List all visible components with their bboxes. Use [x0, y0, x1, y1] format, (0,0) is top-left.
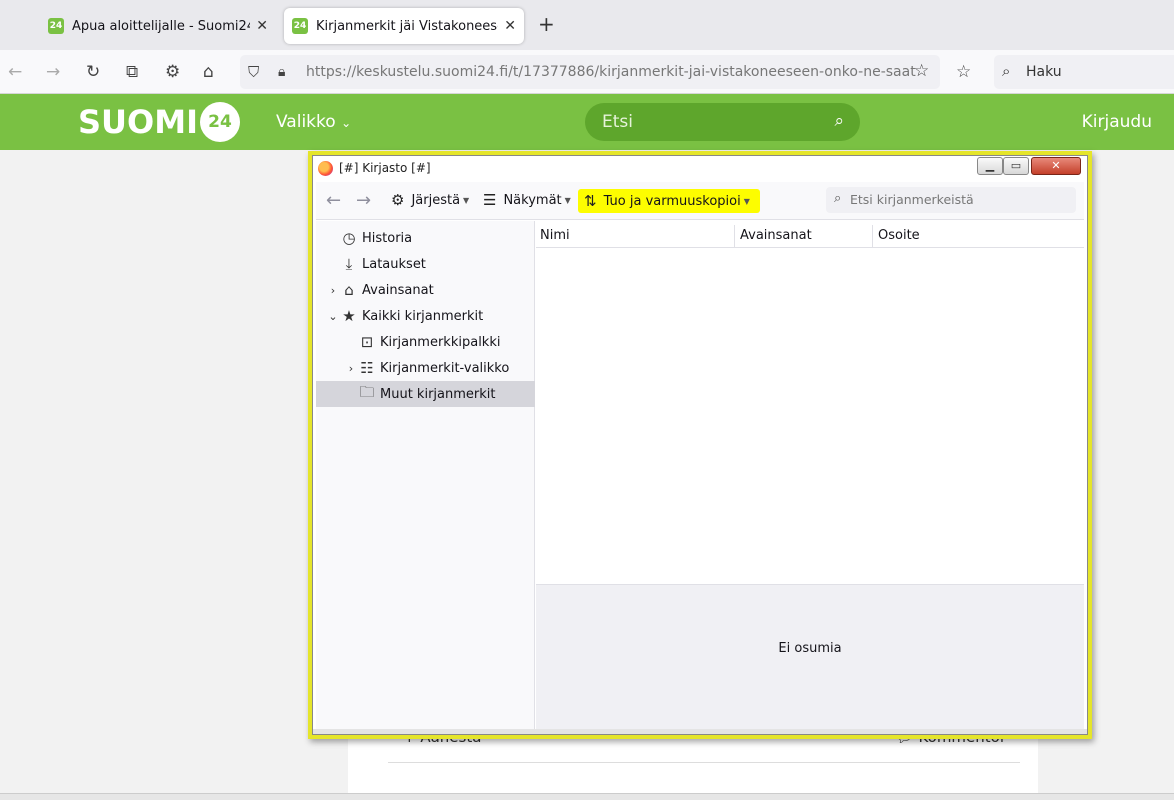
- gear-icon: ⚙: [391, 191, 405, 209]
- chevron-right-icon[interactable]: ›: [326, 284, 340, 297]
- clock-icon: ◷: [342, 229, 356, 247]
- site-header: SUOMI 24 Valikko ⌄ Etsi ⌕ Kirjaudu: [0, 94, 1174, 150]
- navigation-bar: ← → ↻ ⧉ ⚙ ⌂ ⛉ 🔒︎ https://keskustelu.suom…: [0, 50, 1174, 94]
- settings-gear-icon[interactable]: ⚙: [165, 62, 180, 82]
- bookmarks-search-placeholder: Etsi kirjanmerkeistä: [850, 192, 974, 207]
- chevron-down-icon[interactable]: ⌄: [326, 310, 340, 323]
- column-header-row: Nimi Avainsanat Osoite: [536, 225, 1084, 248]
- web-search-box[interactable]: ⌕ Haku: [994, 55, 1174, 89]
- tab-close-icon[interactable]: ✕: [256, 18, 268, 34]
- suomi24-favicon-icon: 24: [48, 18, 64, 34]
- window-titlebar[interactable]: [#] Kirjasto [#] ▁ ▭ ✕: [313, 156, 1087, 182]
- search-icon: ⌕: [1002, 62, 1011, 80]
- sidebar-item-bookmarks-toolbar[interactable]: ⊡ Kirjanmerkkipalkki: [316, 329, 535, 355]
- sidebar-item-label: Muut kirjanmerkit: [380, 386, 496, 402]
- reload-icon[interactable]: ↻: [86, 62, 100, 82]
- chevron-right-icon[interactable]: ›: [344, 362, 358, 375]
- forward-icon[interactable]: →: [356, 190, 371, 211]
- column-header-tags[interactable]: Avainsanat: [740, 228, 812, 243]
- sidebar-item-tags[interactable]: › ⌂ Avainsanat: [316, 277, 535, 303]
- back-icon[interactable]: ←: [8, 62, 22, 82]
- sidebar-item-bookmarks-menu[interactable]: › ☷ Kirjanmerkit-valikko: [316, 355, 535, 381]
- bookmarks-content: Nimi Avainsanat Osoite Ei osumia: [536, 221, 1084, 729]
- tab-title: Apua aloittelijalle - Suomi24 Ke: [72, 18, 251, 34]
- site-search-input[interactable]: Etsi ⌕: [585, 103, 860, 141]
- sidebar-item-all-bookmarks[interactable]: ⌄ ★ Kaikki kirjanmerkit: [316, 303, 535, 329]
- sidebar-item-other-bookmarks[interactable]: 🗀 Muut kirjanmerkit: [316, 381, 535, 407]
- tab-title: Kirjanmerkit jäi Vistakoneeseen,: [316, 18, 498, 34]
- details-pane: Ei osumia: [536, 584, 1084, 729]
- organize-button[interactable]: ⚙ Järjestä ▼: [391, 191, 469, 209]
- import-backup-button[interactable]: ⇅ Tuo ja varmuuskopioi ▼: [578, 189, 760, 213]
- firefox-icon: [318, 161, 333, 176]
- column-separator[interactable]: [734, 225, 735, 248]
- sidebar-item-label: Avainsanat: [362, 282, 434, 298]
- import-export-arrows-icon: ⇅: [584, 192, 597, 210]
- new-tab-button[interactable]: +: [538, 12, 555, 36]
- menu-button[interactable]: Valikko ⌄: [276, 112, 351, 132]
- sidebar-item-label: Kirjanmerkit-valikko: [380, 360, 510, 376]
- maximize-button[interactable]: ▭: [1003, 157, 1029, 175]
- sidebar-item-downloads[interactable]: ⤓ Lataukset: [316, 251, 535, 277]
- tab-apua-aloittelijalle[interactable]: 24 Apua aloittelijalle - Suomi24 Ke ✕: [40, 8, 276, 44]
- bookmark-toolbar-icon: ⊡: [360, 333, 374, 351]
- folder-icon: 🗀: [359, 382, 375, 401]
- sidebar-item-label: Kaikki kirjanmerkit: [362, 308, 484, 324]
- library-window: [#] Kirjasto [#] ▁ ▭ ✕ ← → ⚙ Järjestä ▼ …: [312, 155, 1088, 735]
- bookmarks-search-input[interactable]: ⌕ Etsi kirjanmerkeistä: [826, 187, 1076, 213]
- star-icon: ★: [342, 307, 356, 325]
- views-button[interactable]: ☰ Näkymät ▼: [483, 191, 571, 209]
- divider: [388, 762, 1020, 763]
- close-button[interactable]: ✕: [1031, 157, 1081, 175]
- no-results-text: Ei osumia: [778, 641, 842, 656]
- suomi24-favicon-icon: 24: [292, 18, 308, 34]
- lock-icon[interactable]: 🔒︎: [278, 62, 285, 82]
- views-label: Näkymät: [503, 192, 562, 208]
- menu-label: Valikko: [276, 112, 336, 132]
- logo-bubble: 24: [199, 102, 240, 142]
- download-icon: ⤓: [345, 255, 353, 273]
- back-icon[interactable]: ←: [326, 190, 341, 211]
- library-sidebar: ◷ Historia ⤓ Lataukset › ⌂ Avainsanat ⌄ …: [316, 221, 535, 729]
- column-header-name[interactable]: Nimi: [540, 228, 570, 243]
- window-bottom-border: [313, 729, 1087, 734]
- chevron-down-icon: ▼: [463, 195, 470, 205]
- menu-list-icon: ☷: [360, 359, 374, 377]
- window-title: [#] Kirjasto [#]: [339, 161, 431, 175]
- sidebar-item-label: Lataukset: [362, 256, 426, 272]
- column-separator[interactable]: [872, 225, 873, 248]
- import-backup-label: Tuo ja varmuuskopioi: [603, 193, 741, 209]
- site-search-placeholder: Etsi: [602, 112, 633, 132]
- tab-bar: 24 Apua aloittelijalle - Suomi24 Ke ✕ 24…: [0, 0, 1174, 50]
- home-icon[interactable]: ⌂: [203, 62, 214, 82]
- search-icon: ⌕: [834, 191, 842, 206]
- url-text[interactable]: https://keskustelu.suomi24.fi/t/17377886…: [306, 64, 916, 80]
- extensions-icon[interactable]: ⧉: [126, 62, 138, 82]
- horizontal-scrollbar[interactable]: [0, 793, 1174, 800]
- chevron-down-icon: ⌄: [341, 116, 352, 130]
- forward-icon[interactable]: →: [46, 62, 60, 82]
- suomi24-logo[interactable]: SUOMI 24: [78, 99, 240, 145]
- minimize-button[interactable]: ▁: [977, 157, 1003, 175]
- list-icon: ☰: [483, 191, 497, 209]
- address-bar[interactable]: ⛉ 🔒︎ https://keskustelu.suomi24.fi/t/173…: [240, 55, 940, 89]
- shield-icon[interactable]: ⛉: [248, 62, 259, 82]
- logo-word: SUOMI: [78, 103, 198, 141]
- chevron-down-icon: ▼: [743, 196, 750, 206]
- sidebar-item-label: Historia: [362, 230, 413, 246]
- sidebar-item-label: Kirjanmerkkipalkki: [380, 334, 501, 350]
- search-placeholder: Haku: [1026, 64, 1062, 80]
- pocket-save-icon[interactable]: ☆: [956, 62, 971, 82]
- chevron-down-icon: ▼: [564, 195, 571, 205]
- tab-close-icon[interactable]: ✕: [504, 18, 516, 34]
- library-toolbar: ← → ⚙ Järjestä ▼ ☰ Näkymät ▼ ⇅ Tuo ja va…: [316, 182, 1084, 220]
- organize-label: Järjestä: [411, 192, 461, 208]
- column-header-url[interactable]: Osoite: [878, 228, 920, 243]
- bookmark-star-icon[interactable]: ☆: [914, 61, 929, 81]
- tab-kirjanmerkit-active[interactable]: 24 Kirjanmerkit jäi Vistakoneeseen, ✕: [284, 8, 524, 44]
- sidebar-item-history[interactable]: ◷ Historia: [316, 225, 535, 251]
- tag-icon: ⌂: [344, 281, 354, 299]
- search-icon[interactable]: ⌕: [834, 111, 844, 131]
- login-link[interactable]: Kirjaudu: [1082, 112, 1152, 132]
